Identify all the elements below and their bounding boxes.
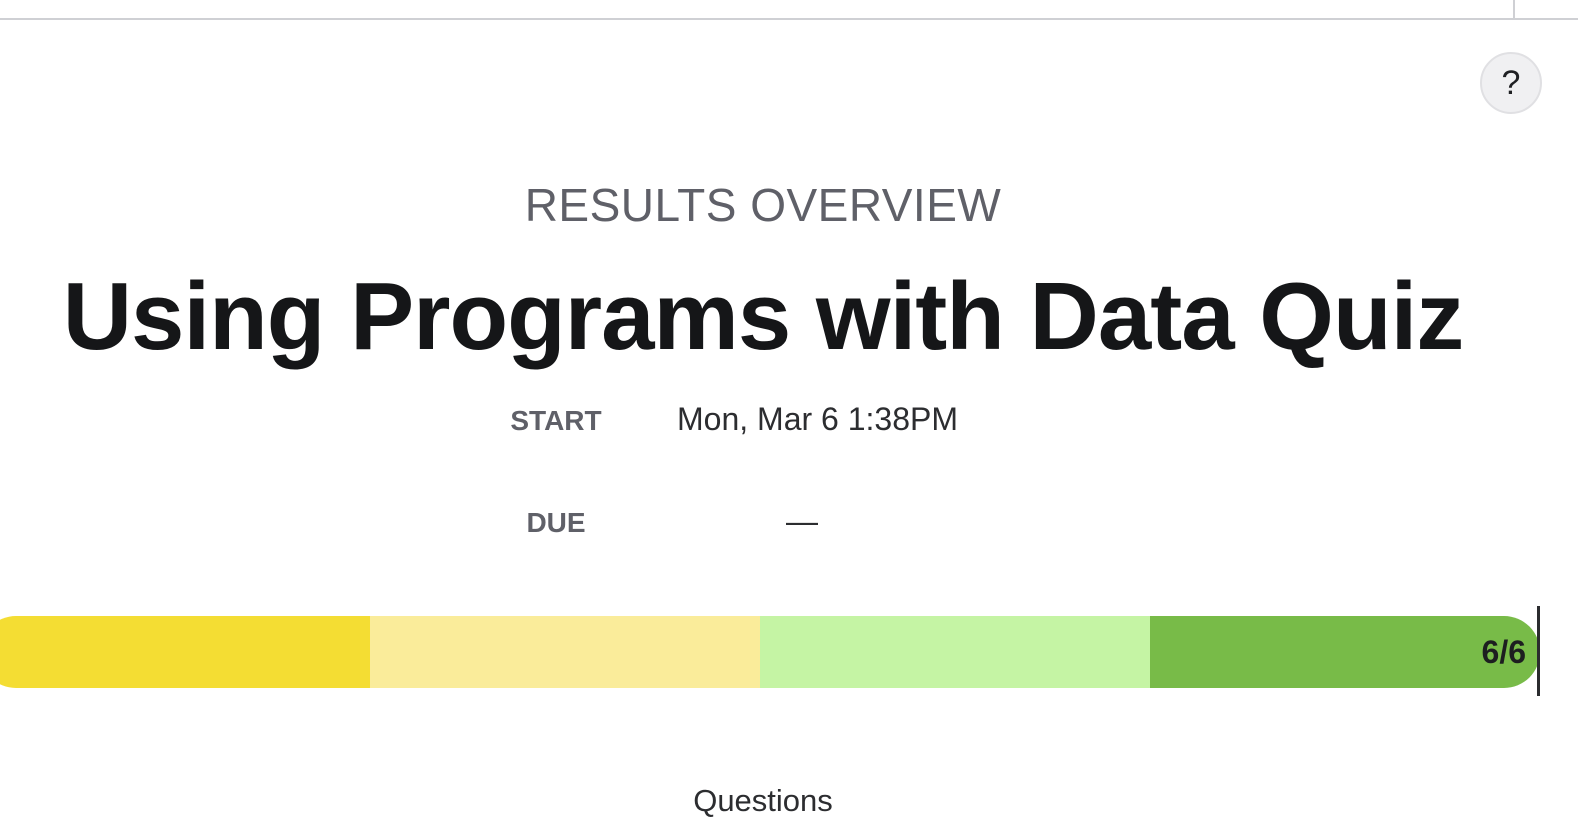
results-overview-page: ? RESULTS OVERVIEW Using Programs with D…	[0, 0, 1578, 822]
due-label: DUE	[526, 507, 586, 538]
progress-segment-3	[760, 616, 1150, 688]
page-title: Using Programs with Data Quiz	[62, 263, 1465, 370]
due-value: —	[786, 503, 818, 539]
score-label: 6/6	[1481, 634, 1526, 670]
question-mark-icon: ?	[1501, 63, 1521, 102]
start-value: Mon, Mar 6 1:38PM	[677, 401, 958, 437]
start-label: START	[510, 405, 602, 436]
top-divider	[0, 18, 1578, 20]
score-progress-bar	[0, 616, 1540, 688]
help-button[interactable]: ?	[1480, 52, 1542, 114]
progress-marker	[1537, 606, 1540, 696]
results-overview-label: RESULTS OVERVIEW	[524, 179, 1002, 231]
questions-heading: Questions	[693, 783, 833, 818]
progress-segment-2	[370, 616, 760, 688]
top-divider-tick	[1513, 0, 1515, 18]
progress-segment-1	[0, 616, 370, 688]
